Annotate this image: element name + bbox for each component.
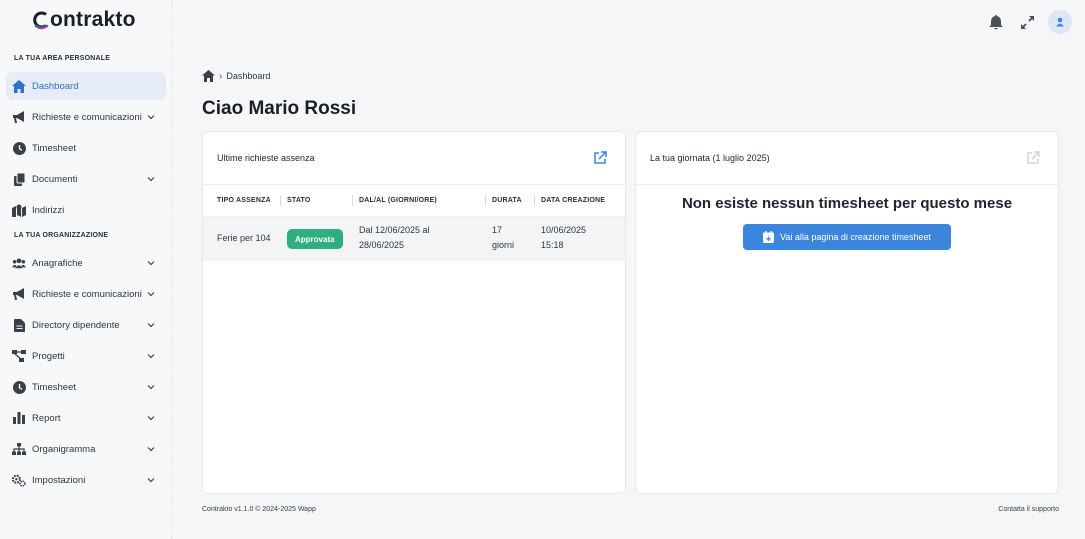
sidebar-item-label: Documenti [32, 173, 78, 185]
sidebar-item-label: Timesheet [32, 142, 76, 154]
cell-created: 10/06/2025 15:18 [541, 223, 586, 253]
your-day-card: La tua giornata (1 luglio 2025) Non esis… [635, 131, 1059, 494]
column-header-type: TIPO ASSENZA [217, 197, 271, 204]
column-header-status: STATO [287, 197, 311, 204]
page-title: Ciao Mario Rossi [202, 98, 357, 119]
chevron-down-icon [147, 292, 155, 297]
empty-timesheet-message: Non esiste nessun timesheet per questo m… [681, 195, 1013, 212]
sidebar-item-timesheet-org[interactable]: Timesheet [6, 373, 166, 401]
home-icon[interactable] [202, 70, 215, 82]
column-separator [485, 195, 486, 206]
table-row[interactable]: Ferie per 104 Approvata Dal 12/06/2025 a… [203, 217, 625, 261]
sidebar-item-label: Anagrafiche [32, 257, 83, 269]
documents-icon [12, 172, 26, 186]
sidebar-item-timesheet-personal[interactable]: Timesheet [6, 134, 166, 162]
column-separator [534, 195, 535, 206]
logo-text: ontrakto [50, 8, 136, 31]
calendar-plus-icon [763, 231, 775, 243]
create-timesheet-button[interactable]: Vai alla pagina di creazione timesheet [743, 224, 951, 250]
chevron-down-icon [147, 447, 155, 452]
cell-created-time: 15:18 [541, 240, 564, 250]
sidebar-item-organigramma[interactable]: Organigramma [6, 435, 166, 463]
expand-icon[interactable] [1017, 12, 1037, 32]
external-link-icon[interactable] [593, 151, 607, 165]
sidebar-item-label: Organigramma [32, 443, 96, 455]
sidebar-item-progetti[interactable]: Progetti [6, 342, 166, 370]
footer-copyright: Contrakto v1.1.0 © 2024-2025 Wapp [202, 506, 316, 513]
sidebar-item-directory[interactable]: Directory dipendente [6, 311, 166, 339]
sidebar-item-anagrafiche[interactable]: Anagrafiche [6, 249, 166, 277]
file-icon [12, 318, 26, 332]
cell-range-line2: 28/06/2025 [359, 240, 405, 250]
section-label-organization: LA TUA ORGANIZZAZIONE [14, 232, 109, 239]
chevron-down-icon [147, 478, 155, 483]
section-label-personal: LA TUA AREA PERSONALE [14, 55, 111, 62]
user-icon [1056, 17, 1064, 27]
sidebar-item-label: Richieste e comunicazioni [32, 111, 142, 123]
cell-duration: 17 giorni [492, 223, 514, 253]
column-separator [352, 195, 353, 206]
sidebar-item-label: Impostazioni [32, 474, 86, 486]
gears-icon [12, 473, 26, 487]
absence-requests-card: Ultime richieste assenza TIPO ASSENZA ST… [202, 131, 626, 494]
chevron-down-icon [147, 323, 155, 328]
external-link-icon[interactable] [1026, 151, 1040, 165]
chevron-down-icon [147, 261, 155, 266]
sitemap-icon [12, 442, 26, 456]
map-icon [12, 203, 26, 217]
chevron-down-icon [147, 416, 155, 421]
breadcrumb-current: Dashboard [226, 71, 271, 81]
sidebar-item-documenti[interactable]: Documenti [6, 165, 166, 193]
cell-duration-unit: giorni [492, 240, 515, 250]
bar-chart-icon [12, 411, 26, 425]
chevron-down-icon [147, 115, 155, 120]
diagram-icon [12, 349, 26, 363]
sidebar: ontrakto LA TUA AREA PERSONALE Dashboard… [0, 0, 172, 539]
home-icon [12, 79, 26, 93]
clock-icon [12, 141, 26, 155]
sidebar-item-label: Directory dipendente [32, 319, 120, 331]
clock-icon [12, 380, 26, 394]
sidebar-item-label: Timesheet [32, 381, 76, 393]
breadcrumb-separator: › [219, 70, 223, 82]
cell-range-line1: Dal 12/06/2025 al [359, 225, 430, 235]
column-header-created: DATA CREAZIONE [541, 197, 606, 204]
chevron-down-icon [147, 385, 155, 390]
contact-support-link[interactable]: Contatta il supporto [998, 506, 1059, 513]
chevron-down-icon [147, 177, 155, 182]
sidebar-item-label: Indirizzi [32, 204, 65, 216]
sidebar-item-indirizzi[interactable]: Indirizzi [6, 196, 166, 224]
notifications-bell-icon[interactable] [986, 12, 1006, 32]
card-title: Ultime richieste assenza [217, 153, 315, 163]
card-divider [203, 184, 625, 185]
logo-c-icon [33, 11, 49, 30]
sidebar-item-impostazioni[interactable]: Impostazioni [6, 466, 166, 494]
card-title: La tua giornata (1 luglio 2025) [650, 153, 770, 163]
cell-duration-value: 17 [492, 225, 503, 235]
user-avatar[interactable] [1048, 10, 1072, 34]
cell-range: Dal 12/06/2025 al 28/06/2025 [359, 223, 430, 253]
create-timesheet-button-label: Vai alla pagina di creazione timesheet [780, 232, 931, 242]
chevron-down-icon [147, 354, 155, 359]
contrakto-logo[interactable]: ontrakto [32, 8, 136, 32]
cell-created-date: 10/06/2025 [541, 225, 587, 235]
sidebar-item-richieste-org[interactable]: Richieste e comunicazioni [6, 280, 166, 308]
megaphone-icon [12, 287, 26, 301]
card-divider [636, 184, 1058, 185]
cell-type: Ferie per 104 [217, 233, 271, 243]
breadcrumb: › Dashboard [202, 70, 270, 82]
megaphone-icon [12, 110, 26, 124]
users-icon [12, 256, 26, 270]
sidebar-item-report[interactable]: Report [6, 404, 166, 432]
sidebar-item-label: Richieste e comunicazioni [32, 288, 142, 300]
sidebar-item-richieste-personal[interactable]: Richieste e comunicazioni [6, 103, 166, 131]
status-badge: Approvata [287, 229, 343, 249]
sidebar-item-label: Dashboard [32, 80, 79, 92]
sidebar-item-dashboard[interactable]: Dashboard [6, 72, 166, 100]
sidebar-item-label: Report [32, 412, 61, 424]
column-separator [280, 195, 281, 206]
sidebar-item-label: Progetti [32, 350, 65, 362]
column-header-duration: DURATA [492, 197, 522, 204]
column-header-range: DAL/AL (GIORNI/ORE) [359, 197, 437, 204]
